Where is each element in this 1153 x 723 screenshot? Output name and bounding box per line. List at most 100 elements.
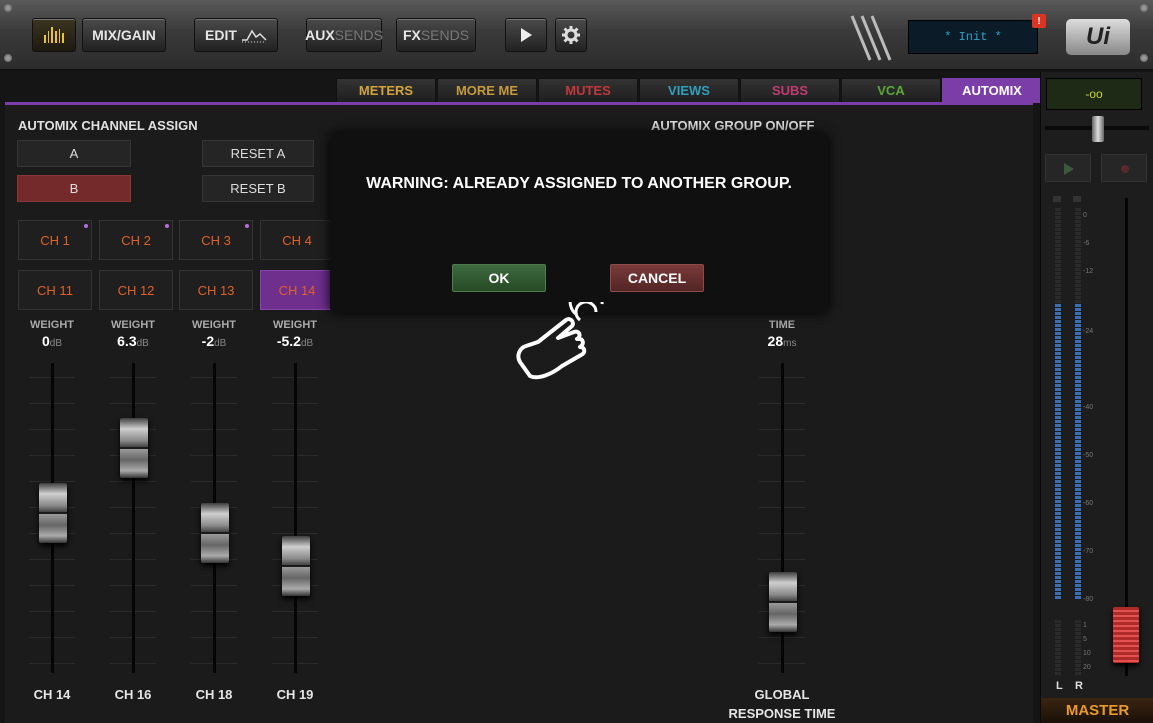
master-play-button[interactable]: [1045, 154, 1091, 182]
meter-segment: [1055, 648, 1061, 651]
tab-automix[interactable]: AUTOMIX: [942, 78, 1042, 103]
master-fader[interactable]: [1113, 607, 1139, 663]
meter-segment: [1075, 220, 1081, 223]
meter-segment: [1055, 408, 1061, 411]
meter-segment: [1075, 236, 1081, 239]
channel-button-ch14[interactable]: CH 14: [260, 270, 334, 310]
play-icon: [521, 28, 532, 42]
meter-segment: [1055, 292, 1061, 295]
meter-segment: [1055, 448, 1061, 451]
meter-segment: [1055, 540, 1061, 543]
meter-segment: [1055, 264, 1061, 267]
tab-label: MORE ME: [455, 83, 519, 98]
meter-segment: [1075, 224, 1081, 227]
aux-sends-button[interactable]: AUX SENDS: [305, 18, 383, 52]
ok-button[interactable]: OK: [452, 264, 546, 292]
assigned-dot: [245, 224, 249, 228]
channel-label: CH 14: [278, 282, 316, 298]
weight-value: -5.2dB: [258, 333, 332, 349]
meter-segment: [1075, 460, 1081, 463]
fx-sends-button[interactable]: FX SENDS: [396, 18, 476, 52]
meter-segment: [1075, 216, 1081, 219]
weight-value: -2dB: [177, 333, 251, 349]
meter-segment: [1055, 508, 1061, 511]
meter-segment: [1075, 636, 1081, 639]
mix-gain-button[interactable]: MIX/GAIN: [82, 18, 166, 52]
meter-segment: [1075, 248, 1081, 251]
time-unit: ms: [783, 338, 797, 349]
meter-segment: [1075, 308, 1081, 311]
eq-curve-icon: [241, 29, 267, 43]
tab-meters[interactable]: METERS: [336, 78, 436, 103]
meter-segment: [1075, 332, 1081, 335]
pan-knob[interactable]: [1092, 116, 1104, 142]
weight-fader-ch18[interactable]: [201, 503, 229, 563]
meter-segment: [1055, 220, 1061, 223]
meter-segment: [1075, 672, 1081, 675]
meter-segment: [1055, 240, 1061, 243]
channel-label: CH 13: [197, 282, 235, 298]
play-button[interactable]: [505, 18, 547, 52]
meter-segment: [1055, 268, 1061, 271]
edit-button[interactable]: EDIT: [194, 18, 278, 52]
meter-segment: [1055, 568, 1061, 571]
meter-segment: [1055, 536, 1061, 539]
response-time-fader[interactable]: [769, 572, 797, 632]
group-a-button[interactable]: A: [17, 140, 131, 167]
channel-button-ch1[interactable]: CH 1: [18, 220, 92, 260]
settings-button[interactable]: [555, 18, 587, 52]
cancel-button[interactable]: CANCEL: [610, 264, 704, 292]
meter-segment: [1075, 276, 1081, 279]
channel-button-ch11[interactable]: CH 11: [18, 270, 92, 310]
reset-a-button[interactable]: RESET A: [202, 140, 314, 167]
tab-views[interactable]: VIEWS: [639, 78, 739, 103]
tab-mutes[interactable]: MUTES: [538, 78, 638, 103]
meters-view-button[interactable]: [32, 18, 76, 52]
meter-segment: [1075, 388, 1081, 391]
meter-segment: [1055, 312, 1061, 315]
meter-segment: [1075, 540, 1081, 543]
meter-segment: [1075, 564, 1081, 567]
master-record-button[interactable]: [1101, 154, 1147, 182]
meter-segment: [1075, 464, 1081, 467]
meter-segment: [1075, 340, 1081, 343]
meter-scale-mark: -40: [1083, 404, 1094, 411]
meter-segment: [1075, 524, 1081, 527]
ui-logo[interactable]: Ui: [1066, 19, 1130, 55]
weight-fader-ch14[interactable]: [39, 483, 67, 543]
meter-segment: [1075, 584, 1081, 587]
channel-button-ch13[interactable]: CH 13: [179, 270, 253, 310]
meter-segment: [1055, 560, 1061, 563]
weight-fader-ch16[interactable]: [120, 418, 148, 478]
fader-track: [132, 363, 135, 673]
meter-segment: [1075, 280, 1081, 283]
channel-button-ch12[interactable]: CH 12: [99, 270, 173, 310]
alert-badge[interactable]: !: [1032, 14, 1046, 28]
channel-button-ch4[interactable]: CH 4: [260, 220, 334, 260]
meter-segment: [1075, 432, 1081, 435]
weight-fader-ch19[interactable]: [282, 536, 310, 596]
tab-vca[interactable]: VCA: [841, 78, 941, 103]
meter-segment: [1075, 504, 1081, 507]
weight-value: 6.3dB: [96, 333, 170, 349]
meter-segment: [1075, 360, 1081, 363]
tab-more-me[interactable]: MORE ME: [437, 78, 537, 103]
weight-unit: dB: [300, 338, 314, 349]
show-name-display[interactable]: * Init *: [908, 20, 1038, 54]
channel-button-ch2[interactable]: CH 2: [99, 220, 173, 260]
meter-segment: [1055, 420, 1061, 423]
meter-segment: [1075, 488, 1081, 491]
clip-led-right: [1073, 196, 1081, 202]
reset-b-button[interactable]: RESET B: [202, 175, 314, 202]
meter-segment: [1055, 464, 1061, 467]
tab-label: METERS: [358, 83, 414, 98]
meter-segment: [1075, 244, 1081, 247]
meter-segment: [1055, 384, 1061, 387]
tab-subs[interactable]: SUBS: [740, 78, 840, 103]
group-b-button[interactable]: B: [17, 175, 131, 202]
channel-button-ch3[interactable]: CH 3: [179, 220, 253, 260]
meter-segment: [1055, 468, 1061, 471]
meter-segment: [1075, 376, 1081, 379]
meter-segment: [1075, 596, 1081, 599]
meter-segment: [1075, 304, 1081, 307]
